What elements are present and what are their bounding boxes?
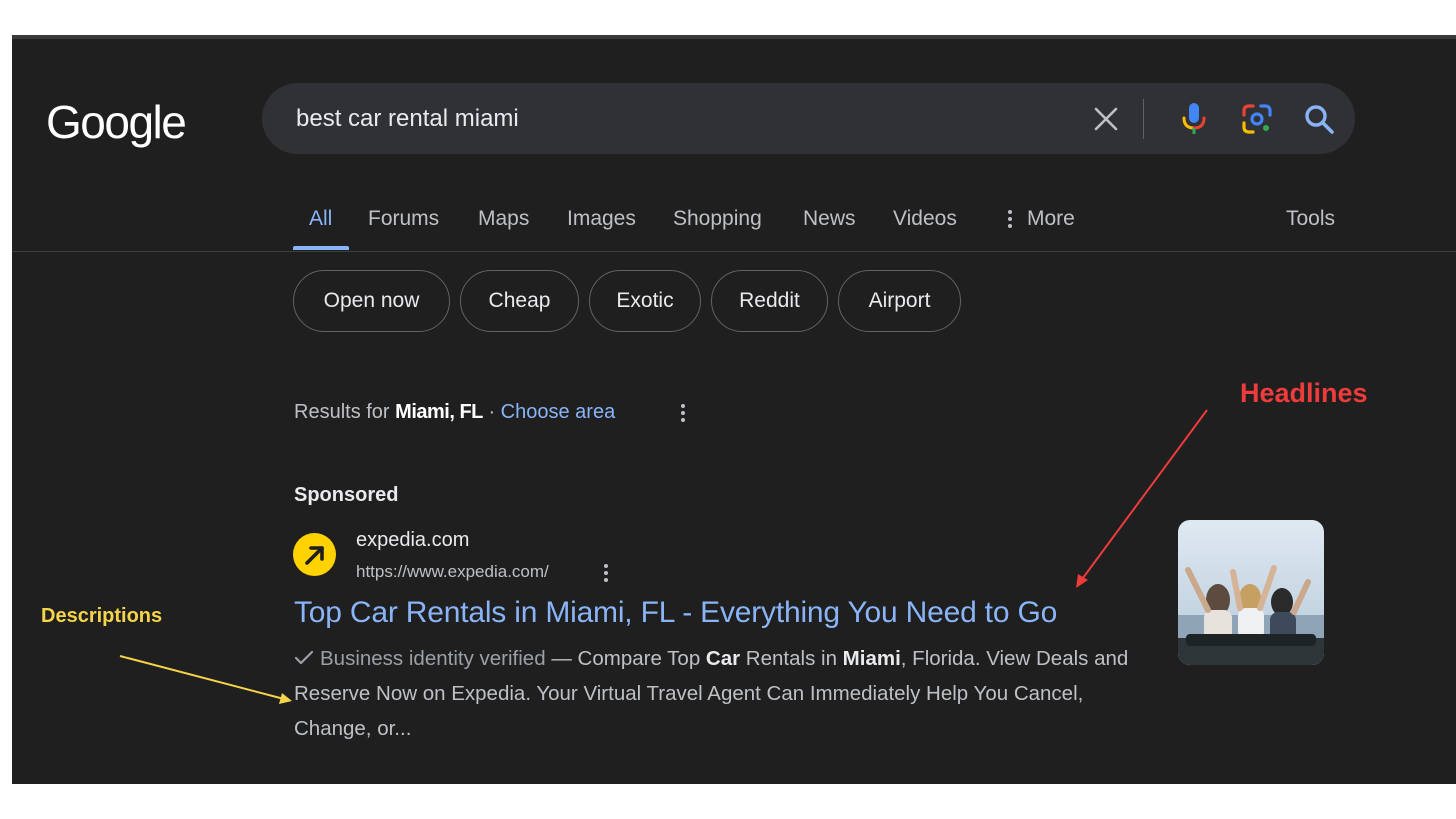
search-icon[interactable] [1301, 101, 1337, 137]
location-name: Miami, FL [395, 401, 483, 423]
search-results-screenshot: Google best car rental miami All Forums … [12, 35, 1456, 784]
chip-cheap[interactable]: Cheap [460, 270, 579, 332]
location-separator: · [482, 401, 501, 423]
search-input[interactable]: best car rental miami [296, 105, 519, 133]
verified-label: Business identity verified [320, 647, 546, 670]
descriptions-annotation: Descriptions [41, 605, 163, 627]
mic-icon[interactable] [1176, 101, 1212, 137]
headlines-annotation: Headlines [1240, 378, 1368, 408]
tab-more[interactable]: More [1027, 207, 1075, 231]
tools-button[interactable]: Tools [1286, 207, 1335, 231]
choose-area-link[interactable]: Choose area [501, 401, 616, 423]
desc-dash: — [545, 647, 578, 670]
tab-all[interactable]: All [309, 207, 332, 231]
tab-shopping[interactable]: Shopping [673, 207, 762, 231]
results-location: Results for Miami, FL · Choose area [294, 401, 615, 424]
more-vertical-icon[interactable] [603, 564, 609, 582]
expedia-favicon [293, 533, 336, 576]
tab-images[interactable]: Images [567, 207, 636, 231]
sponsored-label: Sponsored [294, 484, 399, 506]
check-icon [294, 650, 314, 665]
ad-thumbnail-image[interactable] [1178, 520, 1324, 665]
top-strip [12, 35, 1456, 39]
search-box[interactable]: best car rental miami [262, 83, 1355, 154]
tab-forums[interactable]: Forums [368, 207, 439, 231]
ad-headline[interactable]: Top Car Rentals in Miami, FL - Everythin… [294, 596, 1057, 630]
desc-bold-car: Car [705, 647, 741, 670]
results-for-label: Results for [294, 401, 396, 423]
chip-reddit[interactable]: Reddit [711, 270, 828, 332]
more-vertical-icon[interactable] [680, 404, 686, 422]
search-box-divider [1143, 99, 1144, 139]
desc-part-2: Rentals in [740, 647, 843, 670]
chip-airport[interactable]: Airport [838, 270, 961, 332]
chip-exotic[interactable]: Exotic [589, 270, 701, 332]
tab-maps[interactable]: Maps [478, 207, 529, 231]
lens-icon[interactable] [1239, 101, 1275, 137]
ad-site-name[interactable]: expedia.com [356, 529, 469, 552]
tab-news[interactable]: News [803, 207, 856, 231]
arrow-up-right-icon [304, 545, 324, 565]
chip-open-now[interactable]: Open now [293, 270, 450, 332]
tab-videos[interactable]: Videos [893, 207, 957, 231]
desc-part-1: Compare Top [577, 647, 706, 670]
active-tab-indicator [293, 246, 349, 250]
google-logo[interactable]: Google [46, 95, 187, 149]
ad-site-url[interactable]: https://www.expedia.com/ [356, 562, 549, 582]
tabs-divider [12, 251, 1456, 252]
desc-bold-miami: Miami [842, 647, 901, 670]
close-icon[interactable] [1088, 101, 1124, 137]
ad-description: Business identity verified — Compare Top… [294, 641, 1154, 746]
more-vertical-icon[interactable] [1007, 210, 1013, 228]
